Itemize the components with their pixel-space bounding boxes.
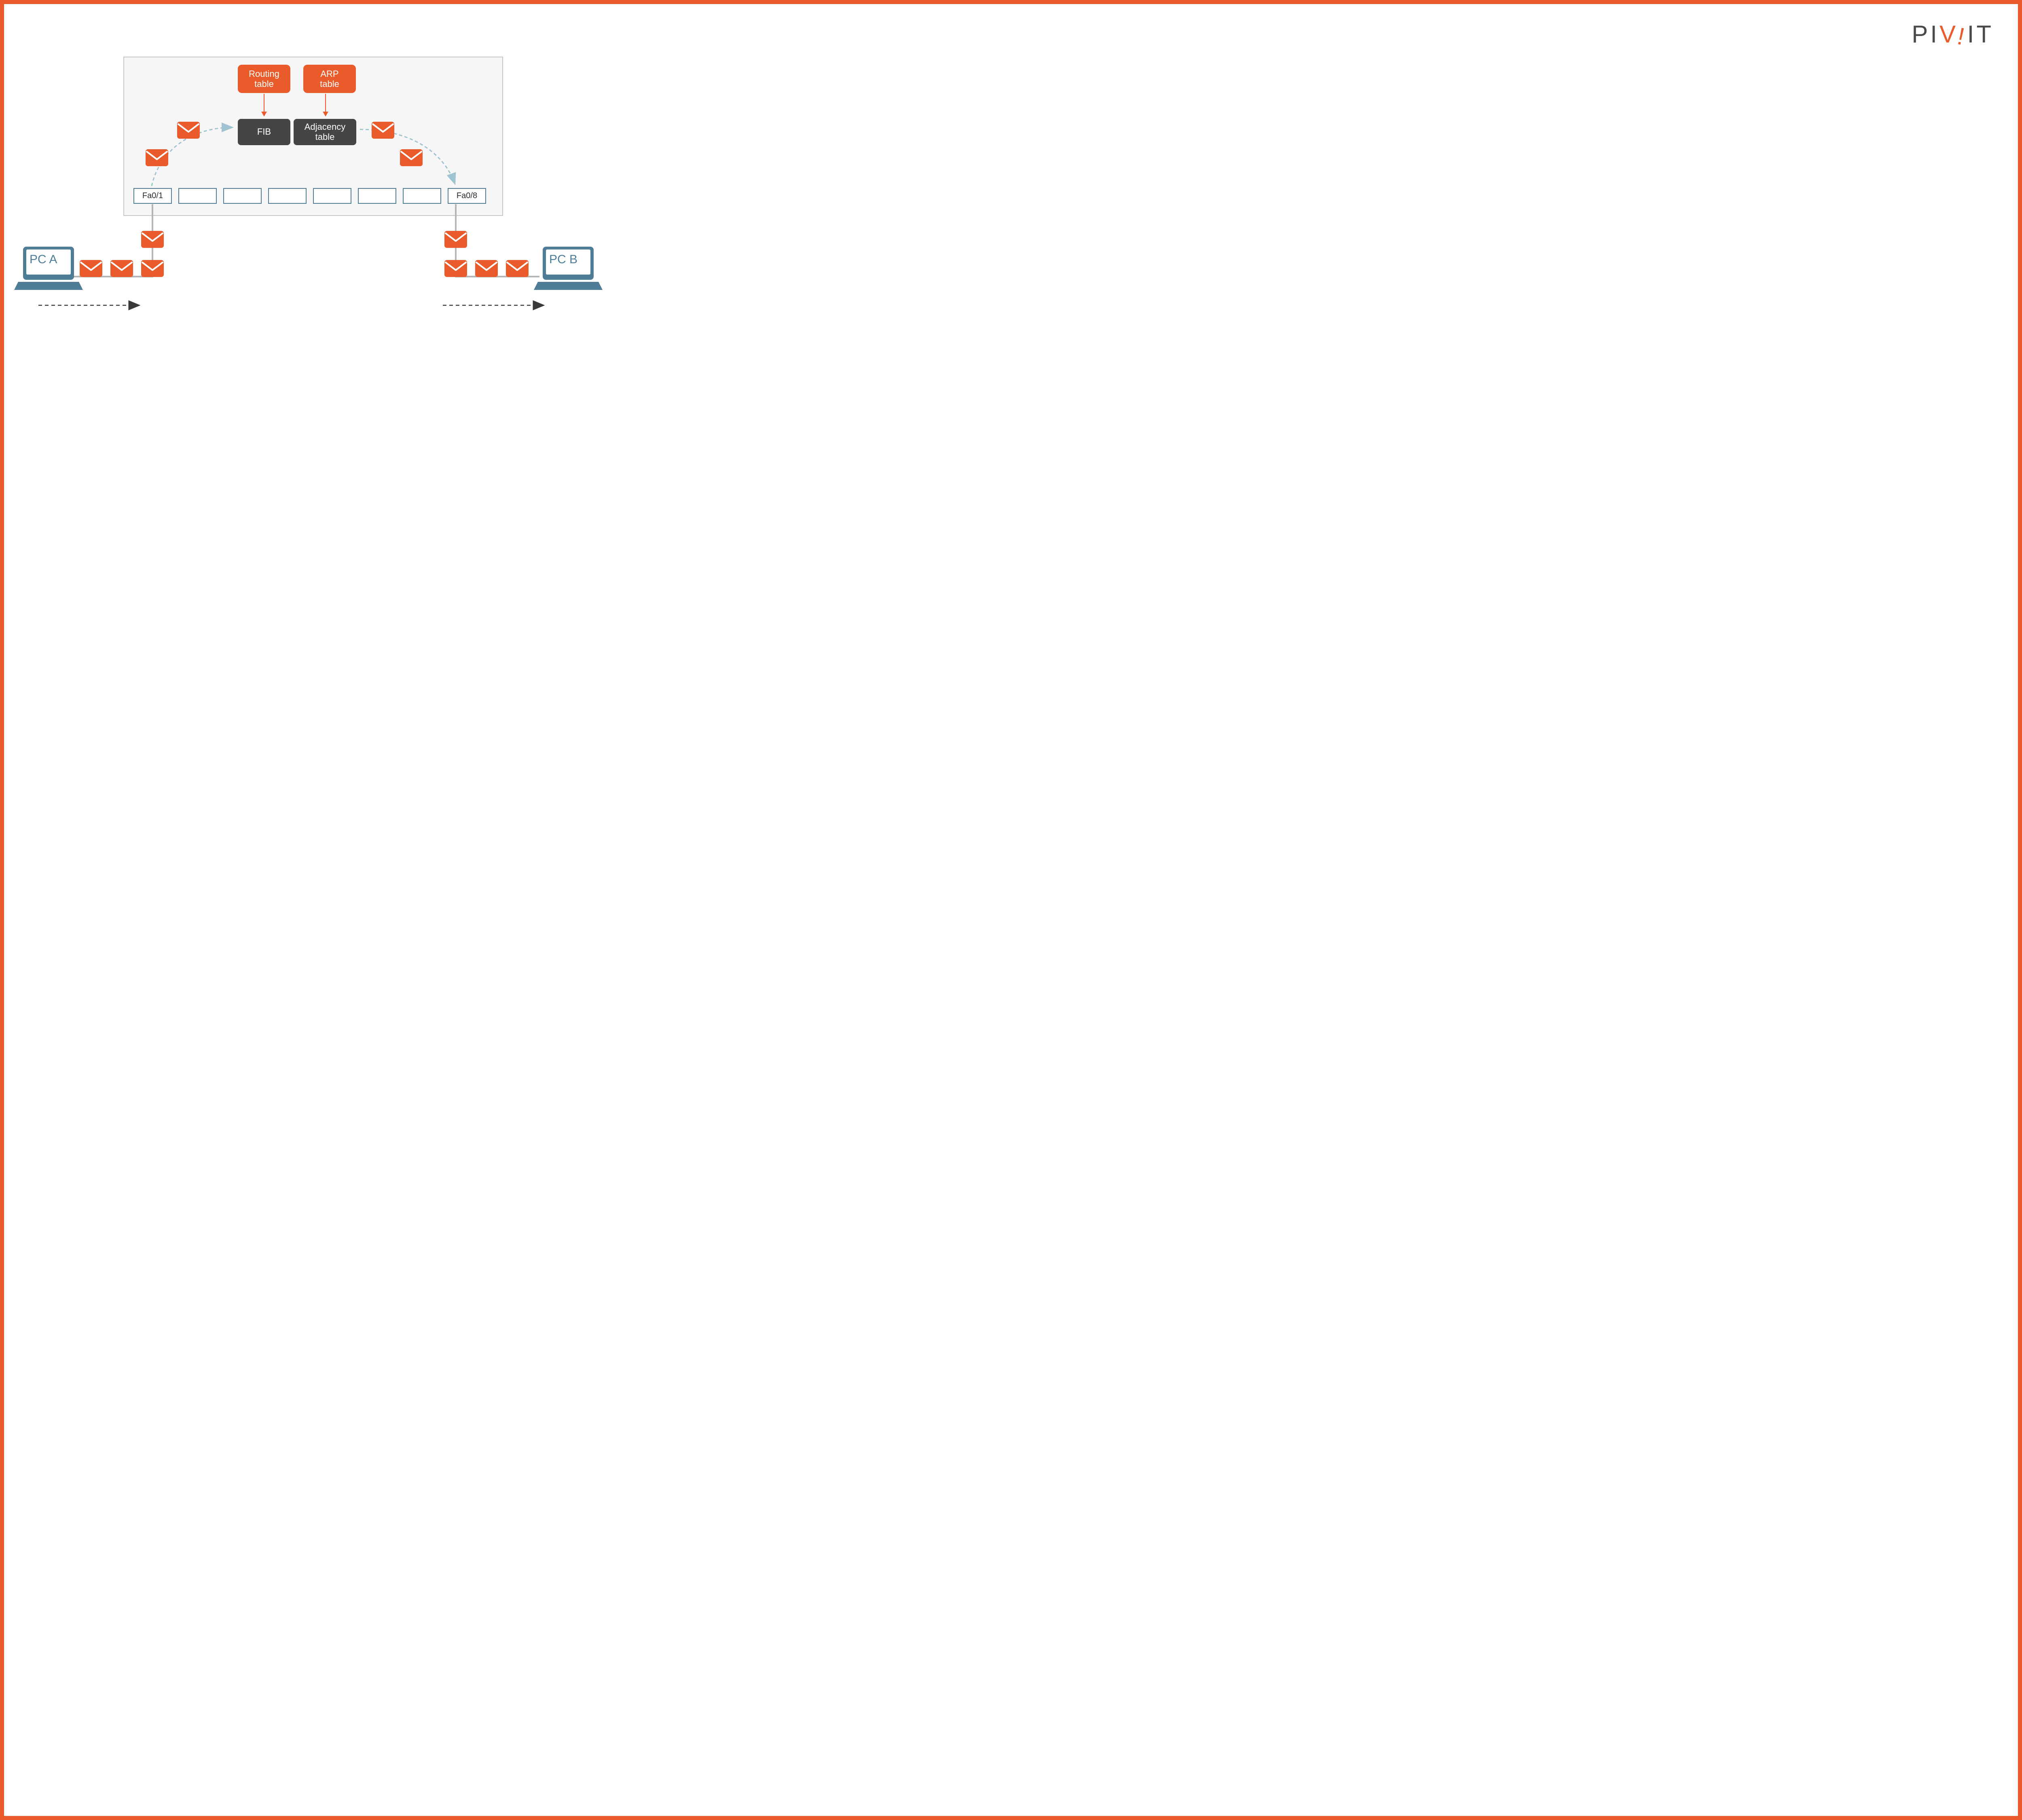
logo-letter: V (1940, 20, 1958, 48)
envelope-icon (475, 260, 498, 277)
pc-b-label: PC B (549, 253, 577, 266)
logo-letter: P (1912, 20, 1930, 48)
flow-arrow-right (441, 299, 550, 311)
envelope-icon (506, 260, 529, 277)
envelope-icon (177, 121, 200, 139)
diagram-frame: P I V ! I T Routing table ARP table FIB … (0, 0, 2022, 1820)
laptop-icon (14, 245, 83, 293)
pc-a-label: PC A (30, 253, 57, 266)
envelope-icon (444, 260, 467, 277)
envelope-icon (141, 230, 164, 248)
envelope-icon (371, 121, 395, 139)
flow-arrow-left (36, 299, 146, 311)
laptop-icon (534, 245, 603, 293)
brand-logo: P I V ! I T (1912, 20, 1994, 48)
logo-letter: I (1930, 20, 1940, 48)
envelope-icon (145, 149, 169, 167)
envelope-icon (444, 230, 467, 248)
envelope-icon (400, 149, 423, 167)
envelope-icon (110, 260, 133, 277)
envelope-icon (141, 260, 164, 277)
logo-letter: T (1976, 20, 1994, 48)
